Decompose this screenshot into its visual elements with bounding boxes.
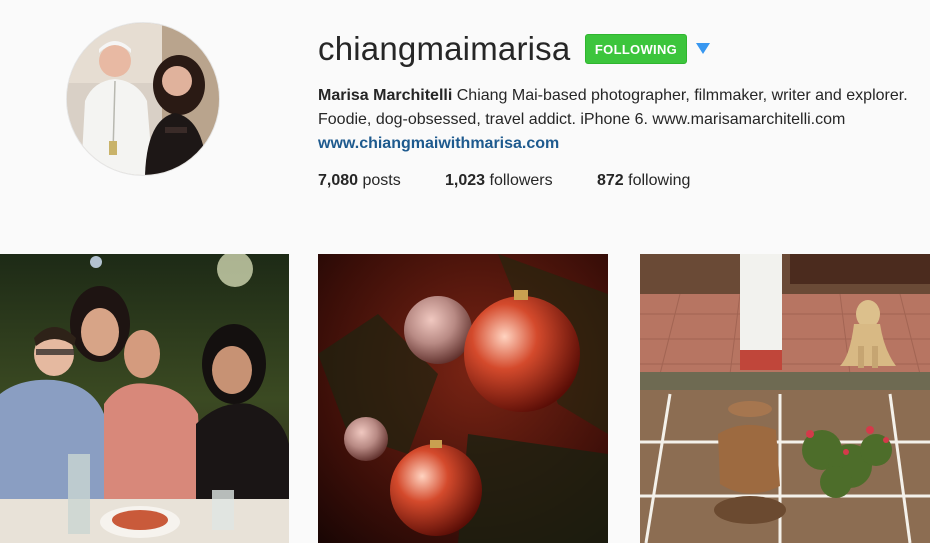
photo-image	[640, 254, 930, 543]
bio-text-2: Foodie, dog-obsessed, travel addict. iPh…	[318, 111, 846, 128]
following-count-value: 872	[597, 172, 624, 189]
followers-count-value: 1,023	[445, 172, 486, 189]
website-link[interactable]: www.chiangmaiwithmarisa.com	[318, 132, 930, 156]
followers-count[interactable]: 1,023 followers	[445, 170, 553, 192]
profile-username: chiangmaimarisa	[318, 30, 571, 67]
photo-grid	[0, 254, 930, 543]
profile-avatar[interactable]	[66, 22, 220, 176]
posts-count-label: posts	[362, 172, 401, 189]
posts-count: 7,080 posts	[318, 170, 401, 192]
following-button[interactable]: FOLLOWING	[585, 34, 687, 64]
followers-count-label: followers	[489, 172, 553, 189]
photo-thumbnail-dog-patio[interactable]	[640, 254, 930, 543]
posts-count-value: 7,080	[318, 172, 359, 189]
photo-image	[318, 254, 608, 543]
bio-line-1: Marisa Marchitelli Chiang Mai-based phot…	[318, 84, 930, 108]
profile-full-name: Marisa Marchitelli	[318, 87, 453, 104]
following-count[interactable]: 872 following	[597, 170, 690, 192]
following-count-label: following	[628, 172, 691, 189]
avatar-photo	[67, 23, 219, 175]
photo-thumbnail-group-dinner[interactable]	[0, 254, 289, 543]
photo-thumbnail-christmas-ornaments[interactable]	[318, 254, 608, 543]
photo-image	[0, 254, 289, 543]
profile-bio: Marisa Marchitelli Chiang Mai-based phot…	[318, 84, 930, 156]
bio-text-1: Chiang Mai-based photographer, filmmaker…	[456, 87, 908, 104]
caret-down-icon[interactable]	[694, 40, 712, 58]
profile-header: chiangmaimarisa FOLLOWING Marisa Marchit…	[0, 0, 930, 254]
